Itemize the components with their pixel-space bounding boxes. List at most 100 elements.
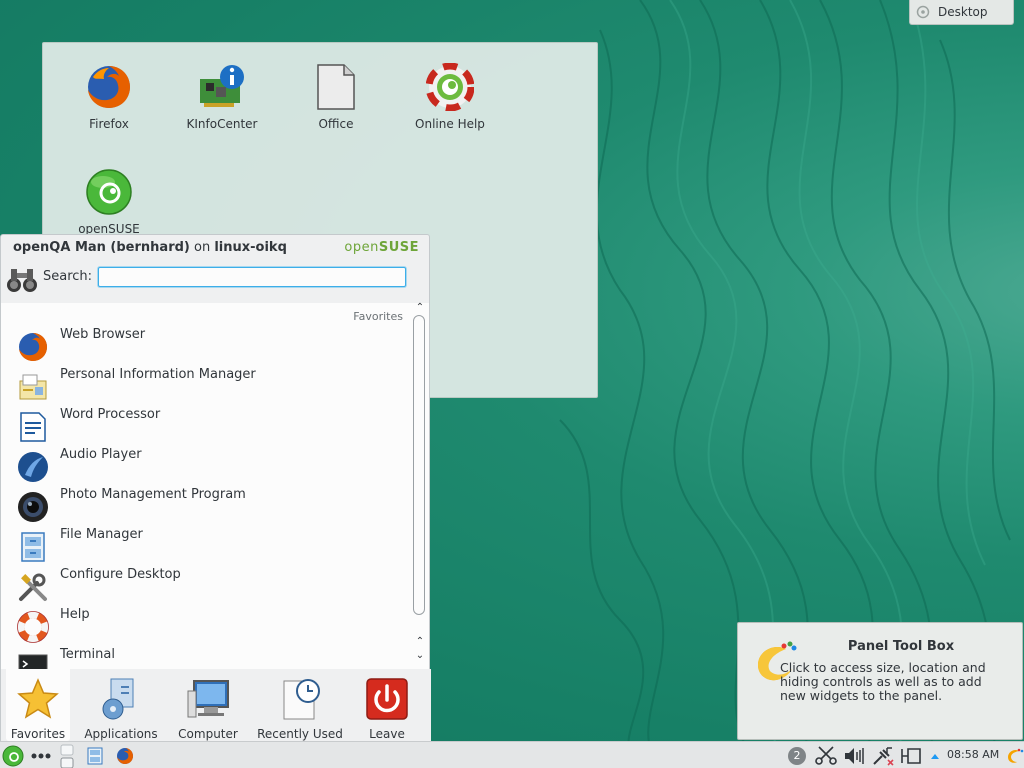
firefox-icon: [88, 66, 130, 108]
desktop-icon-opensuse[interactable]: openSUSE: [64, 168, 154, 236]
online-help-icon: [425, 62, 475, 112]
volume-tray-button[interactable]: [842, 742, 866, 768]
device-notifier-icon: [901, 747, 921, 764]
opensuse-launcher-icon: [2, 745, 24, 766]
search-label: Search:: [43, 269, 93, 284]
desktop-icon-office[interactable]: Office: [291, 63, 381, 131]
favorite-item-configure-desktop[interactable]: Configure Desktop: [1, 567, 411, 607]
desktop-icon-label: KInfoCenter: [186, 117, 258, 131]
camera-icon: [18, 492, 48, 522]
favorites-section-heading: Favorites: [353, 310, 403, 323]
scroll-up-arrow-icon[interactable]: ⌃: [415, 637, 425, 647]
scroll-down-arrow-icon[interactable]: ⌄: [415, 651, 425, 661]
application-launcher-menu: openQA Man (bernhard) on linux-oikq open…: [0, 234, 431, 742]
panel-toolbox-button[interactable]: [1006, 742, 1024, 768]
brand-suse: SUSE: [378, 240, 419, 255]
favorite-label: Configure Desktop: [60, 567, 181, 582]
launcher-header: openQA Man (bernhard) on linux-oikq open…: [1, 235, 431, 297]
on-text: on: [194, 240, 211, 255]
tab-leave[interactable]: Leave: [361, 669, 413, 741]
show-more-button[interactable]: [28, 742, 54, 768]
recent-icon: [283, 679, 320, 720]
pim-icon: [19, 374, 47, 400]
favorite-label: Photo Management Program: [60, 487, 246, 502]
scissors-icon: [815, 745, 837, 765]
favorite-item-photo-management[interactable]: Photo Management Program: [1, 487, 411, 527]
panel-toolbox-tooltip: Panel Tool Box Click to access size, loc…: [737, 622, 1023, 740]
tooltip-text: Click to access size, location and hidin…: [780, 660, 986, 703]
help-lifebuoy-icon: [17, 611, 49, 643]
search-input[interactable]: [98, 267, 406, 287]
favorite-label: Personal Information Manager: [60, 367, 256, 382]
tray-expand-button[interactable]: [928, 742, 942, 768]
configure-icon: [19, 573, 47, 601]
word-processor-icon: [20, 412, 46, 442]
more-dots-icon: [31, 753, 51, 758]
desktop-icon-kinfocenter[interactable]: KInfoCenter: [177, 63, 267, 131]
scroll-up-arrow-icon[interactable]: ⌃: [415, 303, 425, 313]
desktop-icon-online-help[interactable]: Online Help: [405, 62, 495, 131]
tab-computer[interactable]: Computer: [175, 669, 241, 741]
office-icon: [317, 64, 355, 110]
desktop-toolbox-button[interactable]: Desktop: [909, 0, 1014, 25]
kinfocenter-icon: [200, 65, 244, 107]
computer-icon: [187, 680, 229, 718]
desktop-toolbox-label: Desktop: [938, 5, 988, 19]
launcher-tab-bar: Favorites Applications Computer Recently…: [1, 669, 431, 742]
favorite-item-file-manager[interactable]: File Manager: [1, 527, 411, 567]
tray-expand-arrow-icon: [931, 753, 939, 759]
tab-label: Leave: [369, 727, 405, 741]
network-tray-button[interactable]: [870, 742, 896, 768]
notification-count: 2: [788, 746, 806, 765]
favorite-item-help[interactable]: Help: [1, 607, 411, 647]
favorites-list: Favorites Web Browser Personal Informati…: [1, 303, 411, 669]
tab-label: Applications: [84, 727, 158, 741]
file-manager-icon: [87, 747, 103, 764]
power-icon: [366, 678, 408, 720]
audio-player-icon: [18, 452, 48, 482]
virtual-desktop-pager[interactable]: [58, 742, 76, 768]
firefox-icon: [117, 747, 133, 764]
favorite-label: Terminal: [60, 647, 115, 662]
tab-label: Computer: [178, 727, 238, 741]
host-name: linux-oikq: [214, 240, 287, 255]
favorite-item-pim[interactable]: Personal Information Manager: [1, 367, 411, 407]
opensuse-logo: openSUSE: [344, 240, 419, 255]
volume-icon: [845, 747, 864, 764]
pager-notification-badge[interactable]: 2: [787, 742, 807, 768]
desktop-icon-label: Office: [318, 117, 354, 131]
terminal-icon: [18, 654, 48, 669]
device-tray-button[interactable]: [899, 742, 923, 768]
desktop-icon-firefox[interactable]: Firefox: [64, 63, 154, 131]
favorite-item-audio-player[interactable]: Audio Player: [1, 447, 411, 487]
scrollbar-thumb[interactable]: [413, 315, 425, 615]
plasma-toolbox-icon: [1008, 748, 1024, 763]
tab-recently-used[interactable]: Recently Used: [255, 669, 345, 741]
favorite-label: Web Browser: [60, 327, 146, 342]
favorite-label: Word Processor: [60, 407, 161, 422]
favorite-item-web-browser[interactable]: Web Browser: [1, 327, 411, 367]
plasma-logo-icon: [916, 5, 930, 19]
favorites-scrollbar[interactable]: ⌃ ⌃ ⌄: [411, 303, 429, 669]
binoculars-icon: [7, 269, 37, 292]
tab-applications[interactable]: Applications: [83, 669, 159, 741]
tooltip-title: Panel Tool Box: [847, 639, 955, 654]
favorite-label: Help: [60, 607, 90, 622]
file-manager-icon: [21, 532, 45, 562]
clipboard-tray-button[interactable]: [813, 742, 839, 768]
launcher-button[interactable]: [0, 742, 26, 768]
network-disconnected-icon: [873, 746, 894, 766]
taskbar-firefox[interactable]: [114, 742, 136, 768]
taskbar-file-manager[interactable]: [84, 742, 106, 768]
tab-label: Favorites: [10, 727, 66, 741]
digital-clock[interactable]: 08:58 AM: [947, 748, 999, 761]
bottom-panel: 2 08:58 AM: [0, 741, 1024, 768]
favorite-item-terminal[interactable]: Terminal: [1, 647, 411, 669]
tab-favorites[interactable]: Favorites: [6, 669, 70, 741]
opensuse-icon: [86, 169, 132, 215]
favorite-item-word-processor[interactable]: Word Processor: [1, 407, 411, 447]
desktop-icon-label: Firefox: [89, 117, 129, 131]
pager-icon: [60, 744, 74, 768]
desktop-icon-label: Online Help: [415, 117, 485, 131]
favorite-label: Audio Player: [60, 447, 142, 462]
